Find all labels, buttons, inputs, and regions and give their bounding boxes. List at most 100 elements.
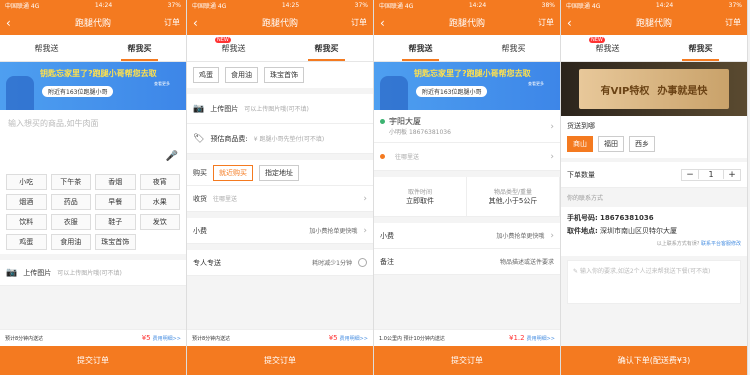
category-chip[interactable]: 烟酒 [6, 194, 47, 210]
orders-link[interactable]: 订单 [538, 17, 554, 28]
price-tag-icon: 🏷 [193, 133, 205, 144]
back-icon[interactable]: ‹ [380, 16, 385, 30]
page-title: 跑腿代购 [74, 19, 111, 29]
note-row[interactable]: 备注 物品描述或送件要求 [374, 249, 560, 275]
category-chip[interactable]: 食用油 [50, 234, 91, 250]
tab-help-buy[interactable]: 帮我买 [467, 35, 560, 61]
eta-text: 预计8分钟内送达 [192, 335, 231, 342]
category-chip[interactable]: 药品 [50, 194, 91, 210]
estimate-label: 预估商品费: [210, 134, 248, 143]
category-chip[interactable]: 下午茶 [50, 174, 91, 190]
exclusive-value: 耗时减少1分钟 [312, 260, 352, 267]
submit-button[interactable]: 提交订单 [374, 346, 560, 375]
carrier: 中国联通 4G [379, 2, 414, 10]
clock: 14:24 [468, 1, 487, 9]
item-placeholder: 输入想买的商品,如牛肉面 [8, 119, 99, 128]
back-icon[interactable]: ‹ [193, 16, 198, 30]
category-chip[interactable]: 水果 [139, 194, 180, 210]
upload-label: 上传图片 [210, 104, 239, 113]
upload-row[interactable]: 📷 上传图片 可以上传图片哦(可不填) [187, 94, 373, 124]
category-chip[interactable]: 香烟 [95, 174, 136, 190]
specified-address-chip[interactable]: 指定地址 [259, 164, 299, 181]
tip-row[interactable]: 小费 加小费抢单更快哦 › [374, 223, 560, 249]
tab-help-buy[interactable]: 帮我买 [93, 35, 186, 61]
upload-label: 上传图片 [23, 268, 52, 277]
category-chip[interactable]: 鞋子 [95, 214, 136, 230]
category-chip[interactable]: 饮料 [6, 214, 47, 230]
fee-detail-link[interactable]: 费用明细>> [527, 335, 555, 342]
estimate-row[interactable]: 🏷 预估商品费: ¥ 跑腿小哥先垫付(可不填) [187, 124, 373, 154]
plus-icon[interactable]: + [724, 170, 740, 180]
nearby-buy-chip[interactable]: 就近购买 [213, 164, 253, 181]
submit-button[interactable]: 提交订单 [187, 346, 373, 375]
vip-banner[interactable]: 有VIP特权 办事就是快 [561, 62, 747, 116]
item-type[interactable]: 物品类型/重量 其他,小于5公斤 [467, 177, 560, 216]
nearby-pill: 附近有163位跑腿小哥 [42, 86, 114, 97]
chip-row: 鸡蛋 食用油 珠宝首饰 [187, 62, 373, 88]
category-grid: 小吃 下午茶 香烟 夜宵烟酒 药品 早餐 水果饮料 衣服 鞋子 发饮鸡蛋 食用油 珠宝首饰 [0, 170, 186, 254]
battery: 37% [354, 1, 368, 9]
category-chip[interactable]: 珠宝首饰 [264, 67, 304, 83]
new-badge: NEW [215, 37, 231, 43]
requirement-input[interactable]: ✎ 输入你的要求,如送2个人过来帮我送下餐(可不填) [567, 260, 741, 304]
quantity-stepper[interactable]: −1 + [681, 168, 741, 181]
tip-row[interactable]: 小费 加小费抢单更快哦 › [187, 218, 373, 244]
district-chip[interactable]: 西乡 [629, 136, 655, 152]
pickup-address[interactable]: 宇阳大厦 小明板 18676381036 › [374, 110, 560, 143]
address-value: 深圳市南山区贝特尔大厦 [600, 227, 678, 235]
district-chip[interactable]: 商山 [567, 136, 593, 152]
tab-help-send[interactable]: NEW 帮我送 [187, 35, 280, 61]
mic-icon[interactable]: 🎤 [166, 151, 178, 162]
tab-help-buy[interactable]: 帮我买 [280, 35, 373, 61]
banner-more[interactable]: 查看更多 [528, 81, 544, 87]
back-icon[interactable]: ‹ [567, 16, 572, 30]
minus-icon[interactable]: − [682, 170, 698, 180]
tab-help-send[interactable]: 帮我送 [0, 35, 93, 61]
category-chip[interactable]: 鸡蛋 [6, 234, 47, 250]
contact-support-link[interactable]: 联系平台客服修改 [701, 241, 741, 247]
orders-link[interactable]: 订单 [164, 17, 180, 28]
scooter-icon [6, 76, 34, 110]
exclusive-row[interactable]: 专人专送 耗时减少1分钟 [187, 250, 373, 276]
district-chip[interactable]: 福田 [598, 136, 624, 152]
price-bar: 预计8分钟内送达 ¥5 费用明细>> [187, 329, 373, 346]
tab-help-buy[interactable]: 帮我买 [654, 35, 747, 61]
dropoff-row[interactable]: 往哪里送 › [374, 143, 560, 171]
tab-label: 帮我送 [595, 43, 620, 53]
category-chip[interactable]: 珠宝首饰 [95, 234, 136, 250]
pickup-time-label: 取件时间 [407, 189, 432, 196]
item-input[interactable]: 输入想买的商品,如牛肉面 🎤 [0, 110, 186, 170]
tab-label: 帮我买 [688, 43, 713, 53]
price-bar: 预计8分钟内送达 ¥5 费用明细>> [0, 329, 186, 346]
category-chip[interactable]: 发饮 [139, 214, 180, 230]
receive-row[interactable]: 收货 往哪里送 › [187, 186, 373, 212]
promo-banner[interactable]: 钥匙忘家里了?跑腿小哥帮您去取 查看更多 附近有163位跑腿小哥 [374, 62, 560, 110]
orders-link[interactable]: 订单 [351, 17, 367, 28]
back-icon[interactable]: ‹ [6, 16, 11, 30]
category-chip[interactable]: 衣服 [50, 214, 91, 230]
tab-help-send[interactable]: NEW 帮我送 [561, 35, 654, 61]
pickup-time[interactable]: 取件时间 立即取件 [374, 177, 467, 216]
category-chip[interactable]: 早餐 [95, 194, 136, 210]
category-chip[interactable]: 小吃 [6, 174, 47, 190]
tip-value: 加小费抢单更快哦 [309, 228, 358, 235]
chevron-right-icon: › [550, 230, 554, 241]
banner-more[interactable]: 查看更多 [154, 81, 170, 87]
fee-detail-link[interactable]: 费用明细>> [340, 335, 368, 342]
requirement-placeholder: 输入你的要求,如送2个人过来帮我送下餐(可不填) [579, 268, 711, 275]
upload-row[interactable]: 📷 上传图片 可以上传图片哦(可不填) [0, 260, 186, 286]
category-chip[interactable]: 夜宵 [139, 174, 180, 190]
category-chip[interactable]: 食用油 [225, 67, 258, 83]
confirm-order-button[interactable]: 确认下单(配送费¥3) [561, 346, 747, 375]
tip-label: 小费 [193, 226, 207, 235]
orange-dot-icon [380, 154, 385, 159]
submit-button[interactable]: 提交订单 [0, 346, 186, 375]
vip-text: 有VIP特权 [600, 85, 650, 97]
vip-card: 有VIP特权 办事就是快 [579, 69, 729, 109]
tab-help-send[interactable]: 帮我送 [374, 35, 467, 61]
promo-banner[interactable]: 钥匙忘家里了?跑腿小哥帮您去取 查看更多 附近有163位跑腿小哥 [0, 62, 186, 110]
fee-detail-link[interactable]: 费用明细>> [153, 335, 181, 342]
radio-button[interactable] [358, 258, 367, 267]
orders-link[interactable]: 订单 [725, 17, 741, 28]
category-chip[interactable]: 鸡蛋 [193, 67, 219, 83]
